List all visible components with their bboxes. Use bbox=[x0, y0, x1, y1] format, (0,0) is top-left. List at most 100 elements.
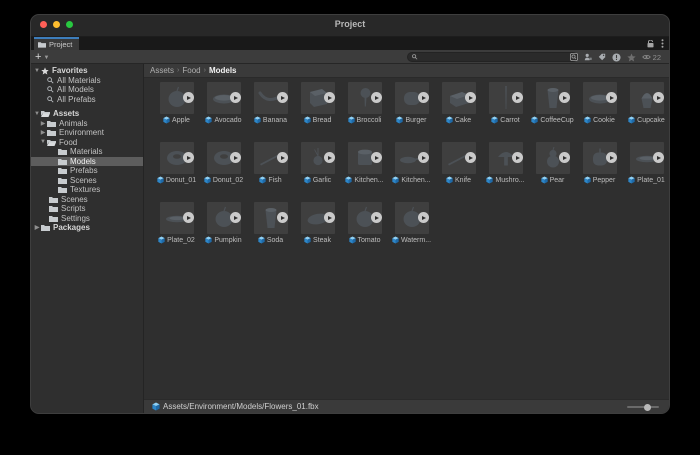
expand-asset-button[interactable] bbox=[465, 92, 476, 103]
asset-item-coffeecup[interactable]: CoffeeCup bbox=[529, 82, 576, 124]
save-search-star-icon[interactable] bbox=[627, 53, 636, 62]
expand-asset-button[interactable] bbox=[418, 152, 429, 163]
search-input[interactable] bbox=[421, 54, 573, 61]
asset-thumbnail[interactable] bbox=[630, 82, 664, 114]
tree-item-settings[interactable]: Settings bbox=[31, 214, 143, 224]
asset-item-pumpkin[interactable]: Pumpkin bbox=[200, 202, 247, 244]
tree-item-scripts[interactable]: Scripts bbox=[31, 204, 143, 214]
asset-thumbnail[interactable] bbox=[489, 142, 523, 174]
import-log-icon[interactable] bbox=[612, 53, 621, 62]
asset-thumbnail[interactable] bbox=[207, 142, 241, 174]
asset-item-tomato[interactable]: Tomato bbox=[341, 202, 388, 244]
asset-item-waterm-[interactable]: Waterm... bbox=[388, 202, 435, 244]
expand-asset-button[interactable] bbox=[277, 92, 288, 103]
expand-asset-button[interactable] bbox=[418, 92, 429, 103]
asset-item-burger[interactable]: Burger bbox=[388, 82, 435, 124]
asset-thumbnail[interactable] bbox=[583, 82, 617, 114]
tree-item-all-models[interactable]: All Models bbox=[31, 85, 143, 95]
expand-asset-button[interactable] bbox=[183, 212, 194, 223]
asset-item-plate-02[interactable]: Plate_02 bbox=[153, 202, 200, 244]
chevron-right-icon[interactable]: ▶ bbox=[39, 120, 47, 127]
expand-asset-button[interactable] bbox=[559, 152, 570, 163]
expand-asset-button[interactable] bbox=[559, 92, 570, 103]
tree-item-materials[interactable]: Materials bbox=[31, 147, 143, 157]
chevron-down-icon[interactable]: ▼ bbox=[33, 111, 41, 117]
asset-item-avocado[interactable]: Avocado bbox=[200, 82, 247, 124]
asset-item-broccoli[interactable]: Broccoli bbox=[341, 82, 388, 124]
expand-asset-button[interactable] bbox=[324, 92, 335, 103]
breadcrumb-segment[interactable]: Assets bbox=[150, 66, 174, 75]
asset-thumbnail[interactable] bbox=[160, 82, 194, 114]
expand-asset-button[interactable] bbox=[465, 152, 476, 163]
hidden-items-counter[interactable]: 22 bbox=[642, 53, 661, 62]
expand-asset-button[interactable] bbox=[606, 152, 617, 163]
asset-thumbnail[interactable] bbox=[536, 142, 570, 174]
asset-thumbnail[interactable] bbox=[395, 142, 429, 174]
expand-asset-button[interactable] bbox=[324, 212, 335, 223]
tree-item-all-materials[interactable]: All Materials bbox=[31, 76, 143, 86]
asset-item-steak[interactable]: Steak bbox=[294, 202, 341, 244]
asset-item-kitchen-[interactable]: Kitchen... bbox=[388, 142, 435, 184]
asset-thumbnail[interactable] bbox=[207, 202, 241, 234]
asset-item-fish[interactable]: Fish bbox=[247, 142, 294, 184]
asset-thumbnail[interactable] bbox=[160, 202, 194, 234]
expand-asset-button[interactable] bbox=[230, 212, 241, 223]
asset-thumbnail[interactable] bbox=[301, 202, 335, 234]
thumbnail-zoom-slider[interactable] bbox=[627, 406, 659, 408]
asset-item-pepper[interactable]: Pepper bbox=[576, 142, 623, 184]
asset-thumbnail[interactable] bbox=[630, 142, 664, 174]
expand-asset-button[interactable] bbox=[512, 92, 523, 103]
expand-asset-button[interactable] bbox=[371, 92, 382, 103]
search-by-type-icon[interactable] bbox=[570, 53, 578, 61]
asset-item-plate-01[interactable]: Plate_01 bbox=[623, 142, 669, 184]
asset-thumbnail[interactable] bbox=[348, 142, 382, 174]
tree-item-animals[interactable]: ▶Animals bbox=[31, 119, 143, 129]
expand-asset-button[interactable] bbox=[324, 152, 335, 163]
breadcrumb-segment[interactable]: Food bbox=[182, 66, 200, 75]
asset-thumbnail[interactable] bbox=[395, 82, 429, 114]
asset-item-bread[interactable]: Bread bbox=[294, 82, 341, 124]
expand-asset-button[interactable] bbox=[512, 152, 523, 163]
asset-item-cookie[interactable]: Cookie bbox=[576, 82, 623, 124]
expand-asset-button[interactable] bbox=[653, 92, 664, 103]
asset-item-banana[interactable]: Banana bbox=[247, 82, 294, 124]
tree-item-prefabs[interactable]: Prefabs bbox=[31, 166, 143, 176]
asset-item-donut-02[interactable]: Donut_02 bbox=[200, 142, 247, 184]
expand-asset-button[interactable] bbox=[371, 152, 382, 163]
tree-item-assets[interactable]: ▼Assets bbox=[31, 109, 143, 119]
asset-item-donut-01[interactable]: Donut_01 bbox=[153, 142, 200, 184]
asset-thumbnail[interactable] bbox=[254, 82, 288, 114]
asset-thumbnail[interactable] bbox=[583, 142, 617, 174]
asset-thumbnail[interactable] bbox=[395, 202, 429, 234]
asset-item-kitchen-[interactable]: Kitchen... bbox=[341, 142, 388, 184]
expand-asset-button[interactable] bbox=[277, 212, 288, 223]
asset-thumbnail[interactable] bbox=[348, 82, 382, 114]
kebab-menu-icon[interactable] bbox=[661, 39, 664, 48]
chevron-right-icon[interactable]: ▶ bbox=[33, 224, 41, 231]
tree-item-scenes[interactable]: Scenes bbox=[31, 176, 143, 186]
expand-asset-button[interactable] bbox=[230, 152, 241, 163]
expand-asset-button[interactable] bbox=[371, 212, 382, 223]
asset-thumbnail[interactable] bbox=[442, 142, 476, 174]
asset-thumbnail[interactable] bbox=[254, 142, 288, 174]
chevron-right-icon[interactable]: ▶ bbox=[39, 129, 47, 136]
asset-item-cupcake[interactable]: Cupcake bbox=[623, 82, 669, 124]
search-by-label-icon[interactable] bbox=[598, 53, 606, 61]
expand-asset-button[interactable] bbox=[277, 152, 288, 163]
tree-item-all-prefabs[interactable]: All Prefabs bbox=[31, 95, 143, 105]
tab-project[interactable]: Project bbox=[34, 37, 79, 50]
asset-item-carrot[interactable]: Carrot bbox=[482, 82, 529, 124]
expand-asset-button[interactable] bbox=[606, 92, 617, 103]
asset-item-cake[interactable]: Cake bbox=[435, 82, 482, 124]
tree-item-food[interactable]: ▼Food bbox=[31, 138, 143, 148]
asset-thumbnail[interactable] bbox=[301, 142, 335, 174]
asset-thumbnail[interactable] bbox=[254, 202, 288, 234]
chevron-down-icon[interactable]: ▼ bbox=[33, 68, 41, 74]
expand-asset-button[interactable] bbox=[230, 92, 241, 103]
asset-thumbnail[interactable] bbox=[442, 82, 476, 114]
asset-thumbnail[interactable] bbox=[348, 202, 382, 234]
asset-item-apple[interactable]: Apple bbox=[153, 82, 200, 124]
create-asset-button[interactable]: +▼ bbox=[35, 50, 49, 63]
slider-knob[interactable] bbox=[644, 404, 651, 411]
lock-icon[interactable] bbox=[647, 40, 654, 48]
